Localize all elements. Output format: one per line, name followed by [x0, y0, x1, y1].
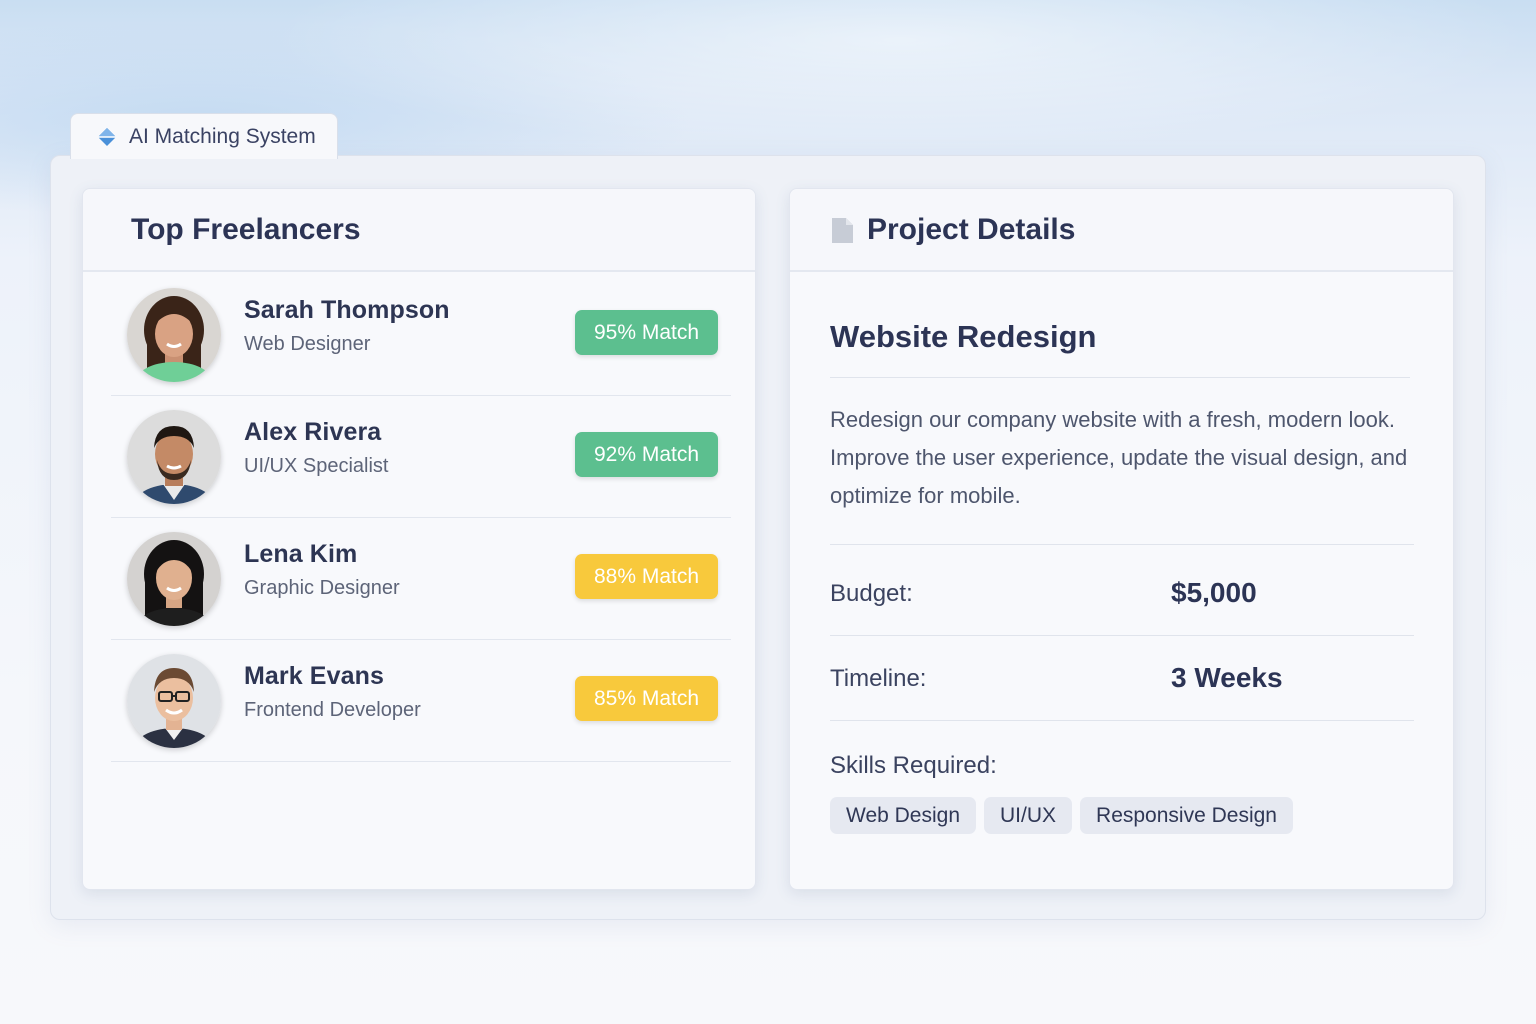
tab-label: AI Matching System — [129, 124, 316, 148]
match-badge: 88% Match — [575, 554, 718, 599]
match-badge: 95% Match — [575, 310, 718, 355]
match-suffix: Match — [641, 320, 700, 344]
match-percent: 95% — [593, 320, 636, 344]
divider — [830, 544, 1414, 545]
panel-header: Project Details — [790, 189, 1453, 272]
divider — [830, 377, 1410, 378]
panel-title: Project Details — [867, 212, 1076, 246]
match-badge: 85% Match — [575, 676, 718, 721]
skills-label: Skills Required: — [830, 752, 997, 779]
diamond-icon — [97, 127, 117, 147]
divider — [830, 635, 1414, 636]
avatar — [127, 410, 221, 504]
freelancer-role: Frontend Developer — [244, 699, 421, 721]
match-percent: 88% — [593, 564, 636, 588]
budget-label: Budget: — [830, 580, 913, 607]
freelancer-name: Mark Evans — [244, 662, 384, 690]
document-icon — [832, 217, 853, 243]
freelancer-role: Web Designer — [244, 333, 371, 355]
freelancer-row[interactable]: Lena Kim Graphic Designer 88% Match — [111, 518, 731, 640]
match-badge: 92% Match — [575, 432, 718, 477]
freelancer-name: Sarah Thompson — [244, 296, 450, 324]
avatar — [127, 288, 221, 382]
divider — [830, 720, 1414, 721]
top-freelancers-panel: Top Freelancers Sarah Thompson Web Desig… — [82, 188, 756, 890]
freelancer-role: UI/UX Specialist — [244, 455, 389, 477]
match-suffix: Match — [641, 686, 700, 710]
tab-ai-matching-system[interactable]: AI Matching System — [70, 113, 338, 159]
project-description: Redesign our company website with a fres… — [830, 407, 1408, 508]
freelancer-name: Alex Rivera — [244, 418, 382, 446]
skill-chip[interactable]: Web Design — [830, 797, 977, 834]
timeline-value: 3 Weeks — [1171, 662, 1283, 693]
freelancer-name: Lena Kim — [244, 540, 358, 568]
avatar — [127, 654, 221, 748]
skills-list: Web Design UI/UX Responsive Design — [830, 797, 1293, 834]
match-suffix: Match — [641, 564, 700, 588]
panel-title: Top Freelancers — [83, 189, 755, 272]
freelancer-role: Graphic Designer — [244, 577, 400, 599]
avatar — [127, 532, 221, 626]
budget-value: $5,000 — [1171, 577, 1257, 608]
project-name: Website Redesign — [830, 319, 1097, 354]
skill-chip[interactable]: UI/UX — [984, 797, 1073, 834]
freelancer-row[interactable]: Sarah Thompson Web Designer 95% Match — [111, 274, 731, 396]
match-percent: 85% — [593, 686, 636, 710]
project-details-panel: Project Details Website Redesign Redesig… — [789, 188, 1454, 890]
match-percent: 92% — [593, 442, 636, 466]
match-suffix: Match — [641, 442, 700, 466]
freelancer-row[interactable]: Mark Evans Frontend Developer 85% Match — [111, 640, 731, 762]
timeline-label: Timeline: — [830, 665, 927, 692]
skill-chip[interactable]: Responsive Design — [1080, 797, 1293, 834]
freelancer-row[interactable]: Alex Rivera UI/UX Specialist 92% Match — [111, 396, 731, 518]
